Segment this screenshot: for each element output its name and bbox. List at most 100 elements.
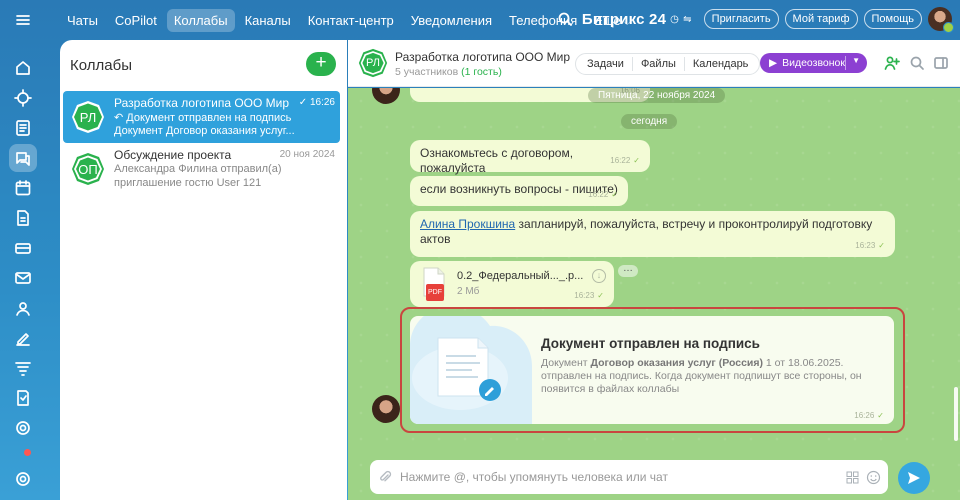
topnav-contact-center[interactable]: Контакт-центр	[301, 9, 401, 32]
calendar-icon[interactable]	[9, 174, 37, 202]
target-icon[interactable]	[9, 414, 37, 442]
message-menu-icon[interactable]: …	[618, 264, 638, 277]
message-time-value: 16:22	[588, 190, 609, 199]
collab-time: ✓ 16:26	[299, 97, 335, 108]
plus-icon: +	[315, 52, 327, 73]
video-call-label: Видеозвонок	[782, 57, 845, 69]
file-name[interactable]: 0.2_Федеральный..._.p...	[457, 269, 583, 284]
search-icon[interactable]	[554, 8, 576, 30]
collab-avatar: РЛ	[71, 100, 105, 134]
attach-icon[interactable]	[378, 470, 392, 484]
collab-name: Обсуждение проекта	[114, 148, 232, 162]
read-check-icon: ✓	[633, 156, 640, 165]
mail-icon[interactable]	[9, 264, 37, 292]
doc-card-text: Документ Договор оказания услуг (Россия)…	[541, 357, 881, 396]
topnav-channels[interactable]: Каналы	[238, 9, 298, 32]
message-time: 16:26 ✓	[854, 411, 884, 420]
collab-initials: ОП	[78, 161, 98, 177]
video-call-button[interactable]: ▶ Видеозвонок ▼	[760, 53, 867, 73]
documents-icon[interactable]	[9, 204, 37, 232]
sender-avatar[interactable]	[372, 395, 400, 423]
user-avatar[interactable]	[928, 7, 954, 33]
user-mention-link[interactable]: Алина Прокшина	[420, 217, 515, 231]
contacts-icon[interactable]	[9, 294, 37, 322]
brand-logo[interactable]: Битрикс 24 ◷ ⇋	[582, 11, 692, 28]
add-user-icon[interactable]	[884, 55, 902, 73]
doc-card-doc-name[interactable]: Договор оказания услуг (Россия)	[591, 357, 763, 369]
read-check-icon: ✓	[611, 190, 618, 199]
help-button[interactable]: Помощь	[863, 9, 922, 29]
tab-calendar[interactable]: Календарь	[685, 57, 757, 71]
tasks-icon[interactable]	[9, 114, 37, 142]
notification-dot	[24, 449, 31, 456]
storage-icon[interactable]	[9, 234, 37, 262]
chat-header-initials: РЛ	[366, 57, 380, 69]
chat-members[interactable]: 5 участников (1 гость)	[395, 66, 502, 78]
file-size: 2 Мб	[457, 286, 480, 297]
collab-list-item[interactable]: РЛ Разработка логотипа ООО Мир ✓ 16:26 ↶…	[63, 91, 340, 143]
file-message-bubble[interactable]: PDF 0.2_Федеральный..._.p... 2 Мб ↓ 16:2…	[410, 261, 614, 307]
pdf-file-icon: PDF	[422, 267, 446, 301]
crm-funnel-icon[interactable]	[9, 354, 37, 382]
button-divider	[845, 56, 846, 70]
collab-time-value: 16:26	[309, 97, 335, 108]
clock-icon: ◷	[670, 13, 680, 25]
sign-icon[interactable]	[9, 324, 37, 352]
message-time-value: 16:22	[610, 156, 631, 165]
sidebar-toggle-icon[interactable]	[933, 55, 951, 73]
send-icon	[908, 472, 920, 484]
chevron-down-icon[interactable]: ▼	[852, 56, 860, 65]
message-time-value: 16:26	[854, 411, 875, 420]
top-right-bar: Битрикс 24 ◷ ⇋ Пригласить Мой тариф Помощь	[554, 7, 954, 33]
search-icon[interactable]	[909, 55, 927, 73]
scrollbar-thumb[interactable]	[954, 387, 958, 441]
message-bubble[interactable]: Алина Прокшина запланируй, пожалуйста, в…	[410, 211, 895, 257]
apps-grid-icon[interactable]	[846, 471, 859, 484]
chat-tabs: Задачи Файлы Календарь	[575, 53, 761, 75]
download-icon[interactable]: ↓	[592, 269, 606, 283]
topnav-notifications[interactable]: Уведомления	[404, 9, 499, 32]
message-bubble[interactable]: Ознакомьтесь с договором, пожалуйста 16:…	[410, 140, 650, 175]
topnav-chats[interactable]: Чаты	[60, 9, 105, 32]
message-input-placeholder: Нажмите @, чтобы упомянуть человека или …	[400, 470, 668, 484]
messenger-icon[interactable]	[9, 144, 37, 172]
message-area[interactable]: 16:06 Пятница, 22 ноября 2024 сегодня Оз…	[348, 88, 960, 500]
guest-count: (1 гость)	[461, 66, 502, 78]
document-sign-illustration	[410, 316, 532, 424]
collab-avatar: ОП	[71, 152, 105, 186]
reply-icon: ↶	[114, 112, 124, 124]
sliders-icon: ⇋	[683, 13, 692, 25]
my-plan-button[interactable]: Мой тариф	[784, 9, 858, 29]
signature-document-card[interactable]: Документ отправлен на подпись Документ Д…	[410, 316, 894, 424]
topnav-collabs[interactable]: Коллабы	[166, 8, 235, 32]
pdf-badge: PDF	[426, 284, 444, 301]
invite-button[interactable]: Пригласить	[703, 9, 779, 29]
collab-last-message-2: приглашение гостю User 121	[114, 177, 262, 189]
chat-title[interactable]: Разработка логотипа ООО Мир	[395, 50, 570, 64]
message-bubble[interactable]: если возникнуть вопросы - пишите) 16:22 ✓	[410, 176, 628, 206]
add-collab-button[interactable]: +	[306, 52, 336, 76]
message-time: 16:22 ✓	[588, 187, 618, 202]
tab-tasks[interactable]: Задачи	[579, 57, 633, 71]
emoji-icon[interactable]	[866, 470, 881, 485]
menu-icon[interactable]	[9, 6, 37, 34]
left-rail	[0, 0, 46, 500]
panel-title: Коллабы	[70, 57, 132, 74]
message-time: 16:23 ✓	[574, 288, 604, 303]
collab-last-message: ↶ Документ отправлен на подпись	[114, 111, 334, 124]
collabs-list-panel: Коллабы + РЛ Разработка логотипа ООО Мир…	[60, 40, 347, 500]
settings-icon[interactable]	[9, 465, 37, 493]
chat-header-avatar[interactable]: РЛ	[358, 48, 388, 78]
home-icon[interactable]	[9, 54, 37, 82]
date-separator: Пятница, 22 ноября 2024	[588, 88, 726, 103]
tab-files[interactable]: Файлы	[633, 57, 685, 71]
send-button[interactable]	[898, 462, 930, 494]
message-time-value: 16:23	[574, 291, 595, 300]
topnav-copilot[interactable]: CoPilot	[108, 9, 164, 32]
brand-name: Битрикс 24	[581, 10, 667, 28]
read-check-icon: ✓	[878, 241, 885, 250]
message-input[interactable]: Нажмите @, чтобы упомянуть человека или …	[370, 460, 888, 494]
feed-icon[interactable]	[9, 84, 37, 112]
collab-list-item[interactable]: ОП Обсуждение проекта 20 ноя 2024 Алекса…	[63, 143, 340, 195]
invoice-icon[interactable]	[9, 384, 37, 412]
